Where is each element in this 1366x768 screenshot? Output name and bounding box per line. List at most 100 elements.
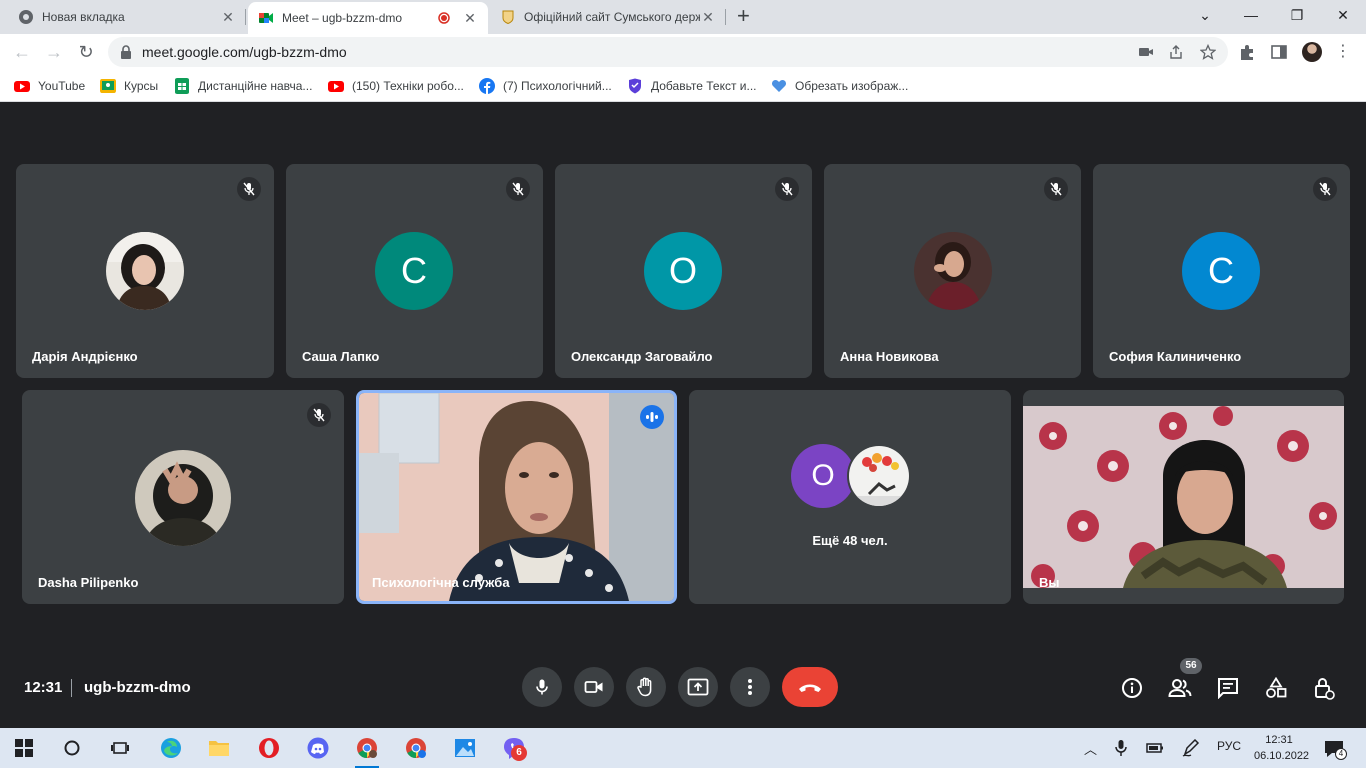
menu-kebab-icon[interactable]: ⋮ <box>1334 43 1352 61</box>
participant-name: Саша Лапко <box>302 349 380 364</box>
restore-button[interactable]: ❐ <box>1274 0 1320 30</box>
language-indicator[interactable]: РУС <box>1217 739 1241 753</box>
tray-overflow-icon[interactable]: ︿ <box>1084 739 1097 758</box>
bookmark-psychological[interactable]: (7) Психологічний... <box>479 77 612 95</box>
forward-icon[interactable]: → <box>42 40 66 64</box>
chrome-profile-icon[interactable] <box>404 736 428 760</box>
search-icon[interactable] <box>60 736 84 760</box>
meeting-clock: 12:31 <box>24 679 63 696</box>
participant-initial-avatar: С <box>1182 232 1260 310</box>
mic-off-icon <box>775 177 799 201</box>
notification-count-badge: 4 <box>1335 748 1347 760</box>
camera-button[interactable] <box>574 667 614 707</box>
more-participants-label: Ещё 48 чел. <box>812 533 888 548</box>
bookmark-star-icon[interactable] <box>1200 44 1216 60</box>
tab-title: Офіційний сайт Сумського держ <box>524 10 700 24</box>
chat-button[interactable] <box>1215 675 1241 701</box>
participant-initial-avatar: С <box>375 232 453 310</box>
microphone-button[interactable] <box>522 667 562 707</box>
self-view-tile[interactable]: Вы <box>1023 390 1344 604</box>
edge-icon[interactable] <box>159 736 183 760</box>
people-count-badge: 56 <box>1180 658 1202 674</box>
present-screen-button[interactable] <box>678 667 718 707</box>
meet-stage: Дарія Андрієнко С Саша Лапко О Олександр… <box>0 103 1366 725</box>
battery-icon[interactable] <box>1146 741 1164 755</box>
hang-up-icon <box>799 684 821 692</box>
meeting-code: ugb-bzzm-dmo <box>84 679 191 696</box>
side-panel-icon[interactable] <box>1270 43 1288 61</box>
tab-close-icon[interactable]: ✕ <box>700 9 716 26</box>
tab-meet[interactable]: Meet – ugb-bzzm-dmo ✕ <box>248 2 488 34</box>
task-view-icon[interactable] <box>108 736 132 760</box>
recording-icon <box>438 12 450 24</box>
microphone-tray-icon[interactable] <box>1114 739 1128 757</box>
tab-close-icon[interactable]: ✕ <box>220 9 236 26</box>
tab-title: Новая вкладка <box>42 10 125 24</box>
bookmark-crop-image[interactable]: Обрезать изображ... <box>771 77 908 95</box>
meeting-details-button[interactable] <box>1119 675 1145 701</box>
participant-initial-avatar: О <box>644 232 722 310</box>
discord-icon[interactable] <box>306 736 330 760</box>
participant-photo <box>914 232 992 310</box>
file-explorer-icon[interactable] <box>207 736 231 760</box>
extensions-icon[interactable] <box>1238 43 1256 61</box>
windows-start-icon[interactable] <box>12 736 36 760</box>
participant-tile[interactable]: Dasha Pilipenko <box>22 390 344 604</box>
bookmark-youtube[interactable]: YouTube <box>14 77 85 95</box>
close-window-button[interactable]: ✕ <box>1320 0 1366 30</box>
leave-call-button[interactable] <box>782 667 838 707</box>
more-options-button[interactable] <box>730 667 770 707</box>
youtube-icon <box>328 81 344 92</box>
more-participants-tile[interactable]: О Ещё 48 чел. <box>689 390 1011 604</box>
facebook-icon <box>479 78 495 94</box>
chrome-icon[interactable] <box>355 736 379 768</box>
bookmark-add-text[interactable]: Добавьте Текст и... <box>627 77 757 95</box>
tab-close-icon[interactable]: ✕ <box>462 10 478 27</box>
pen-ink-icon[interactable] <box>1182 739 1200 757</box>
host-controls-button[interactable] <box>1311 675 1337 701</box>
participant-initial-avatar: О <box>791 444 855 508</box>
participant-tile[interactable]: Дарія Андрієнко <box>16 164 274 378</box>
activities-icon <box>1266 677 1287 698</box>
tab-search-button[interactable]: ⌄ <box>1182 0 1228 30</box>
bookmark-techniques[interactable]: (150) Техніки робо... <box>328 77 464 95</box>
participant-tile[interactable]: С Саша Лапко <box>286 164 543 378</box>
opera-icon[interactable] <box>257 736 281 760</box>
participant-tile[interactable]: Анна Новикова <box>824 164 1081 378</box>
activities-button[interactable] <box>1263 675 1289 701</box>
participant-name: Вы <box>1039 575 1060 590</box>
heart-icon <box>771 79 787 92</box>
participant-video <box>359 393 674 601</box>
participant-photo <box>847 444 911 508</box>
new-tab-button[interactable]: + <box>737 5 750 27</box>
raise-hand-button[interactable] <box>626 667 666 707</box>
participant-tile[interactable]: О Олександр Заговайло <box>555 164 812 378</box>
photos-icon[interactable] <box>453 736 477 760</box>
people-icon <box>1168 679 1192 697</box>
tab-sumy-site[interactable]: Офіційний сайт Сумського держ ✕ <box>490 0 726 34</box>
google-meet-icon <box>259 13 273 23</box>
reload-icon[interactable]: ↻ <box>74 40 98 64</box>
participant-photo <box>135 450 231 546</box>
bookmark-distance-learning[interactable]: Дистанційне навча... <box>174 77 312 95</box>
sheets-icon <box>175 78 189 94</box>
mic-off-icon <box>506 177 530 201</box>
participant-tile-active-speaker[interactable]: Психологічна служба <box>356 390 677 604</box>
speaking-indicator-icon <box>640 405 664 429</box>
address-bar[interactable]: meet.google.com/ugb-bzzm-dmo <box>108 37 1228 67</box>
participant-tile[interactable]: С София Калиниченко <box>1093 164 1350 378</box>
tab-title: Meet – ugb-bzzm-dmo <box>282 11 403 25</box>
chrome-icon <box>19 10 33 24</box>
mic-off-icon <box>1044 177 1068 201</box>
back-icon[interactable]: ← <box>10 40 34 64</box>
profile-avatar[interactable] <box>1302 42 1322 62</box>
tab-new-tab[interactable]: Новая вкладка ✕ <box>8 0 246 34</box>
minimize-button[interactable]: — <box>1228 0 1274 30</box>
participant-name: София Калиниченко <box>1109 349 1242 364</box>
camera-in-use-icon[interactable] <box>1138 44 1154 60</box>
participant-name: Психологічна служба <box>372 575 510 590</box>
share-icon[interactable] <box>1168 44 1184 60</box>
taskbar-clock[interactable]: 12:31 06.10.2022 <box>1254 732 1309 764</box>
people-button[interactable] <box>1167 675 1193 701</box>
bookmark-kursy[interactable]: Курсы <box>100 77 158 95</box>
